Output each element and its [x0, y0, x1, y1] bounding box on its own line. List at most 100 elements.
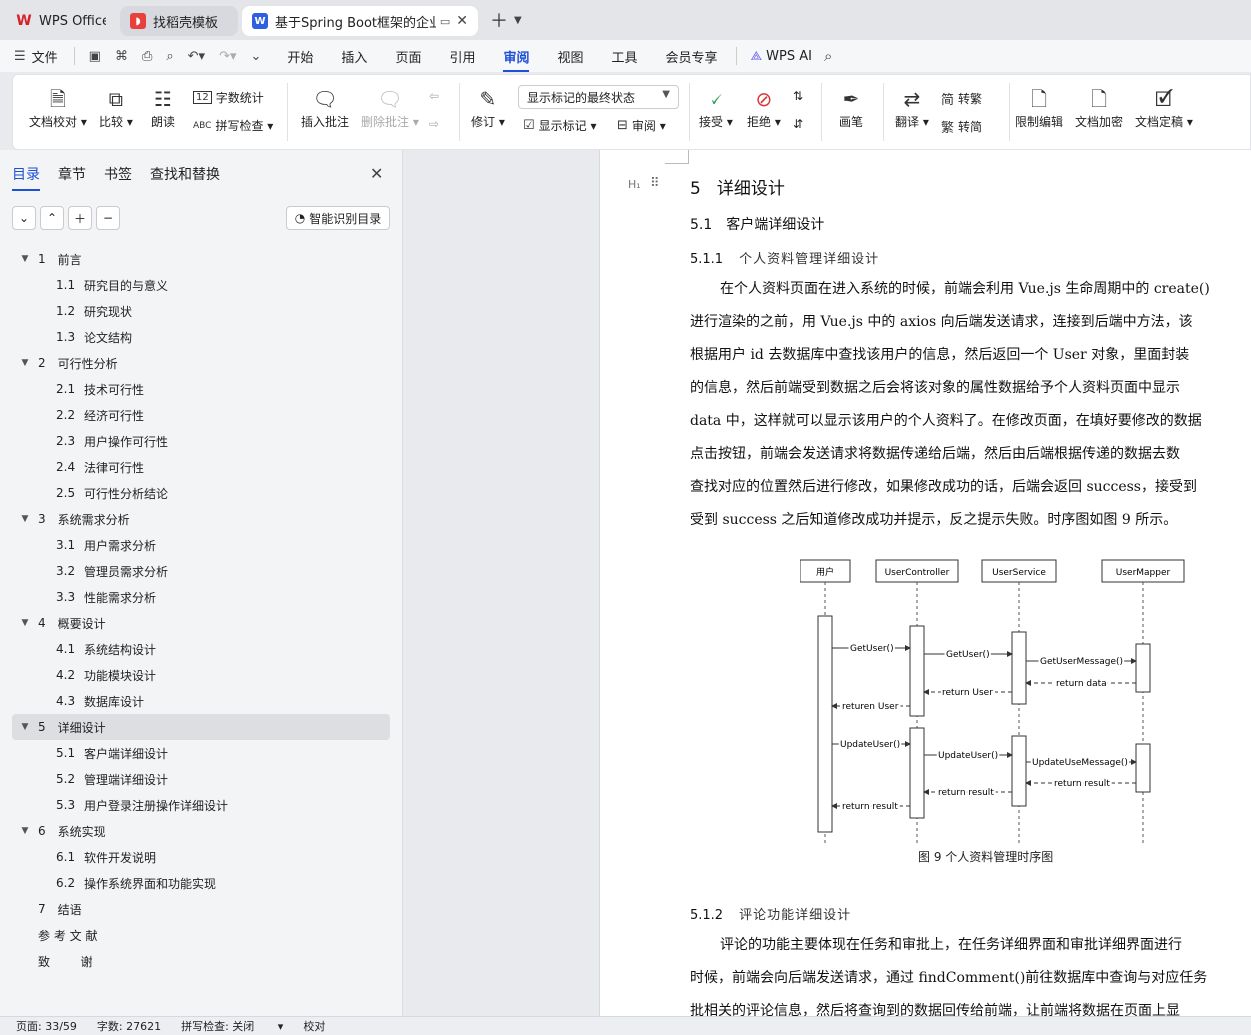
undo-icon[interactable]: ↶▾	[188, 49, 205, 64]
doc-proofread-button[interactable]: 🗎 文档校对 ▾	[29, 85, 87, 130]
toc-item[interactable]: 2.1 技术可行性	[12, 376, 390, 402]
drag-handle-icon[interactable]: ⠿	[650, 176, 659, 191]
track-changes-button[interactable]: ✎ 修订 ▾	[471, 85, 505, 130]
toc-item[interactable]: 4.1 系统结构设计	[12, 636, 390, 662]
menu-page[interactable]: 页面	[395, 47, 421, 66]
next-change-icon[interactable]: ⇵	[793, 117, 803, 131]
add-heading-icon[interactable]: ＋	[68, 206, 92, 230]
toc-item[interactable]: 7 结语	[12, 896, 390, 922]
accept-button[interactable]: 🗸 接受 ▾	[699, 85, 733, 130]
toc-item[interactable]: 1.3 论文结构	[12, 324, 390, 350]
smart-toc-button[interactable]: ◔ 智能识别目录	[286, 206, 390, 230]
collapse-triangle-icon[interactable]: ▼	[12, 618, 38, 628]
menu-tools[interactable]: 工具	[612, 47, 638, 66]
tab-list-chevron-icon[interactable]: ▼	[514, 15, 522, 26]
word-count-indicator[interactable]: 字数: 27621	[97, 1018, 161, 1034]
toc-item[interactable]: 4.3 数据库设计	[12, 688, 390, 714]
new-tab-plus-icon[interactable]: ＋	[490, 7, 508, 33]
toc-item[interactable]: 致 谢	[12, 948, 390, 974]
toc-item[interactable]: 参 考 文 献	[12, 922, 390, 948]
document-page[interactable]: H₁ ⠿ 5 详细设计 5.1 客户端详细设计 5.1.1 个人资料管理详细设计 在个…	[599, 150, 1251, 1016]
toc-item[interactable]: 3.2 管理员需求分析	[12, 558, 390, 584]
review-pane-button[interactable]: ⊟ 审阅 ▾	[617, 117, 666, 134]
toc-item[interactable]: ▼ 5 详细设计	[12, 714, 390, 740]
insert-comment-button[interactable]: 🗨 插入批注	[301, 85, 349, 130]
markup-state-select[interactable]: 显示标记的最终状态 ▼	[518, 85, 679, 109]
toc-item[interactable]: 2.4 法律可行性	[12, 454, 390, 480]
tab-current-document[interactable]: W 基于Spring Boot框架的企业项 ▭ ✕	[242, 6, 478, 36]
prev-change-icon[interactable]: ⇅	[793, 89, 803, 103]
tab-sections[interactable]: 章节	[58, 164, 86, 184]
toc-item[interactable]: 6.1 软件开发说明	[12, 844, 390, 870]
monitor-icon[interactable]: ▭	[440, 15, 450, 28]
search-icon[interactable]: ⌕	[824, 47, 832, 65]
restrict-edit-button[interactable]: 🗋 限制编辑	[1015, 85, 1063, 130]
toc-item[interactable]: 2.3 用户操作可行性	[12, 428, 390, 454]
spell-check-indicator[interactable]: 拼写检查: 关闭 ▾	[181, 1018, 283, 1034]
collapse-triangle-icon[interactable]: ▼	[12, 826, 38, 836]
link-icon[interactable]: ⌘	[115, 49, 128, 64]
spell-check-button[interactable]: ABC 拼写检查 ▾	[193, 117, 273, 134]
reject-button[interactable]: ⊘ 拒绝 ▾	[747, 85, 781, 130]
to-traditional-button[interactable]: 简 转繁	[941, 89, 982, 108]
menu-wps-ai[interactable]: WPS AI	[766, 49, 812, 64]
toc-item[interactable]: 6.2 操作系统界面和功能实现	[12, 870, 390, 896]
toc-item[interactable]: 2.5 可行性分析结论	[12, 480, 390, 506]
remove-heading-icon[interactable]: −	[96, 206, 120, 230]
toc-item[interactable]: 3.3 性能需求分析	[12, 584, 390, 610]
more-chevron-icon[interactable]: ⌄	[251, 49, 262, 64]
proofread-indicator[interactable]: 校对	[303, 1018, 325, 1034]
page-indicator[interactable]: 页面: 33/59	[16, 1018, 77, 1034]
tab-bookmarks[interactable]: 书签	[104, 164, 132, 184]
print-icon[interactable]: ⎙	[142, 49, 152, 64]
tab-toc[interactable]: 目录	[12, 164, 40, 191]
encrypt-doc-button[interactable]: 🗋 文档加密	[1075, 85, 1123, 130]
to-simplified-button[interactable]: 繁 转简	[941, 117, 982, 136]
toc-item[interactable]: 5.3 用户登录注册操作详细设计	[12, 792, 390, 818]
collapse-triangle-icon[interactable]: ▼	[12, 722, 38, 732]
menu-references[interactable]: 引用	[449, 47, 475, 66]
toc-item[interactable]: 5.1 客户端详细设计	[12, 740, 390, 766]
toc-item[interactable]: ▼ 4 概要设计	[12, 610, 390, 636]
delete-comment-button[interactable]: 🗨 删除批注 ▾	[361, 85, 419, 130]
close-pane-icon[interactable]: ✕	[370, 164, 383, 183]
toc-item[interactable]: ▼ 2 可行性分析	[12, 350, 390, 376]
pen-button[interactable]: ✒ 画笔	[839, 85, 863, 130]
toc-item[interactable]: 4.2 功能模块设计	[12, 662, 390, 688]
menu-start[interactable]: 开始	[287, 47, 313, 66]
prev-comment-icon[interactable]: ⇦	[429, 89, 439, 103]
toc-item[interactable]: 5.2 管理端详细设计	[12, 766, 390, 792]
show-markup-button[interactable]: ☑ 显示标记 ▾	[523, 117, 597, 134]
toc-item[interactable]: 3.1 用户需求分析	[12, 532, 390, 558]
read-aloud-button[interactable]: ☷ 朗读	[151, 85, 175, 130]
toc-item[interactable]: ▼ 6 系统实现	[12, 818, 390, 844]
close-tab-icon[interactable]: ✕	[456, 13, 468, 29]
translate-button[interactable]: ⇄ 翻译 ▾	[895, 85, 929, 130]
compare-button[interactable]: ⧉ 比较 ▾	[99, 85, 133, 130]
collapse-up-icon[interactable]: ⌃	[40, 206, 64, 230]
heading-level-icon[interactable]: H₁	[628, 178, 641, 191]
tab-find-replace[interactable]: 查找和替换	[150, 164, 220, 184]
expand-down-icon[interactable]: ⌄	[12, 206, 36, 230]
menu-insert[interactable]: 插入	[341, 47, 367, 66]
collapse-triangle-icon[interactable]: ▼	[12, 254, 38, 264]
collapse-triangle-icon[interactable]: ▼	[12, 358, 38, 368]
menu-member[interactable]: 会员专享	[666, 47, 718, 66]
print-preview-icon[interactable]: ⌕	[166, 49, 173, 64]
toc-item[interactable]: 2.2 经济可行性	[12, 402, 390, 428]
save-icon[interactable]: ▣	[89, 49, 101, 64]
hamburger-menu-icon[interactable]: ☰	[14, 49, 26, 64]
tab-docer-templates[interactable]: ◗ 找稻壳模板	[120, 6, 238, 36]
tab-wps-office[interactable]: W WPS Office	[6, 6, 116, 36]
toc-item[interactable]: ▼ 1 前言	[12, 246, 390, 272]
menu-review[interactable]: 审阅	[503, 47, 530, 72]
word-count-button[interactable]: 12 字数统计	[193, 89, 264, 106]
menu-view[interactable]: 视图	[557, 47, 583, 66]
file-menu[interactable]: 文件	[32, 47, 58, 66]
redo-icon[interactable]: ↷▾	[219, 49, 236, 64]
toc-item[interactable]: 1.1 研究目的与意义	[12, 272, 390, 298]
collapse-triangle-icon[interactable]: ▼	[12, 514, 38, 524]
next-comment-icon[interactable]: ⇨	[429, 117, 439, 131]
finalize-doc-button[interactable]: 🗹 文档定稿 ▾	[1135, 85, 1193, 130]
toc-item[interactable]: 1.2 研究现状	[12, 298, 390, 324]
